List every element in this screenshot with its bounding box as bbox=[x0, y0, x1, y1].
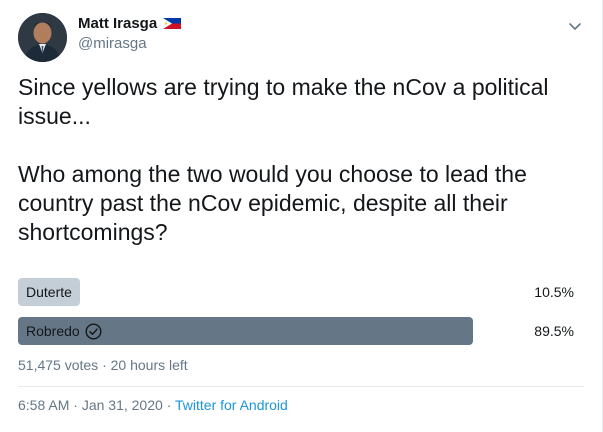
tweet-source-link[interactable]: Twitter for Android bbox=[175, 397, 288, 413]
avatar-photo bbox=[18, 13, 67, 62]
tweet-text: Since yellows are trying to make the nCo… bbox=[18, 73, 588, 247]
tweet-card: Matt Irasga @mirasga Since yellows are t… bbox=[0, 0, 603, 432]
chevron-down-icon[interactable] bbox=[566, 17, 584, 35]
poll-option-label: Robredo bbox=[26, 323, 80, 339]
author-name[interactable]: Matt Irasga bbox=[78, 15, 157, 32]
tweet-time[interactable]: 6:58 AM bbox=[18, 397, 69, 413]
poll-option-duterte: Duterte bbox=[26, 278, 72, 306]
divider bbox=[18, 386, 584, 387]
tweet-paragraph: Since yellows are trying to make the nCo… bbox=[18, 74, 549, 129]
tweet-date[interactable]: Jan 31, 2020 bbox=[82, 397, 163, 413]
poll-option-label: Duterte bbox=[26, 284, 72, 300]
author-handle[interactable]: @mirasga bbox=[78, 35, 147, 52]
poll-percent-duterte: 10.5% bbox=[534, 284, 574, 300]
author-row: Matt Irasga bbox=[78, 15, 182, 32]
footer-separator: · bbox=[73, 397, 78, 413]
poll-votes: 51,475 votes bbox=[18, 357, 99, 373]
check-circle-icon bbox=[85, 322, 102, 340]
footer-separator: · bbox=[166, 397, 172, 413]
poll-meta: 51,475 votes · 20 hours left bbox=[18, 357, 188, 373]
avatar[interactable] bbox=[18, 13, 67, 62]
poll-time-left: 20 hours left bbox=[110, 357, 188, 373]
poll-option-robredo: Robredo bbox=[26, 317, 102, 345]
meta-separator: · bbox=[102, 357, 107, 373]
poll-percent-robredo: 89.5% bbox=[534, 323, 574, 339]
philippines-flag-icon bbox=[163, 18, 182, 29]
tweet-paragraph: Who among the two would you choose to le… bbox=[18, 161, 527, 245]
tweet-footer: 6:58 AM · Jan 31, 2020 · Twitter for And… bbox=[18, 397, 288, 413]
